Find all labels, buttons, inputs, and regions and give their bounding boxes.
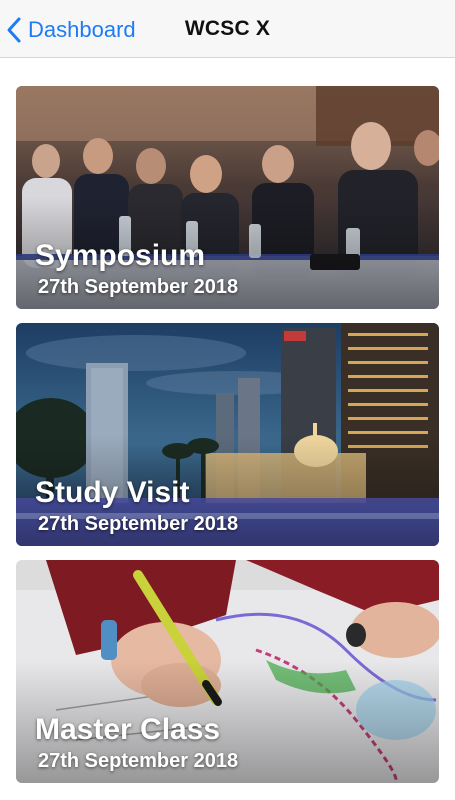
event-title: Study Visit bbox=[35, 476, 190, 509]
event-card-study-visit[interactable]: Study Visit 27th September 2018 bbox=[16, 323, 439, 546]
page-title: WCSC X bbox=[184, 17, 271, 40]
navigation-bar: Dashboard WCSC X bbox=[0, 0, 455, 58]
event-card-symposium[interactable]: Symposium 27th September 2018 bbox=[16, 86, 439, 309]
event-date: 27th September 2018 bbox=[38, 513, 239, 535]
event-title: Symposium bbox=[35, 239, 206, 272]
event-date: 27th September 2018 bbox=[38, 750, 239, 772]
event-date: 27th September 2018 bbox=[38, 276, 239, 298]
event-title: Master Class bbox=[35, 713, 221, 746]
event-card-master-class[interactable]: Master Class 27th September 2018 bbox=[16, 560, 439, 783]
